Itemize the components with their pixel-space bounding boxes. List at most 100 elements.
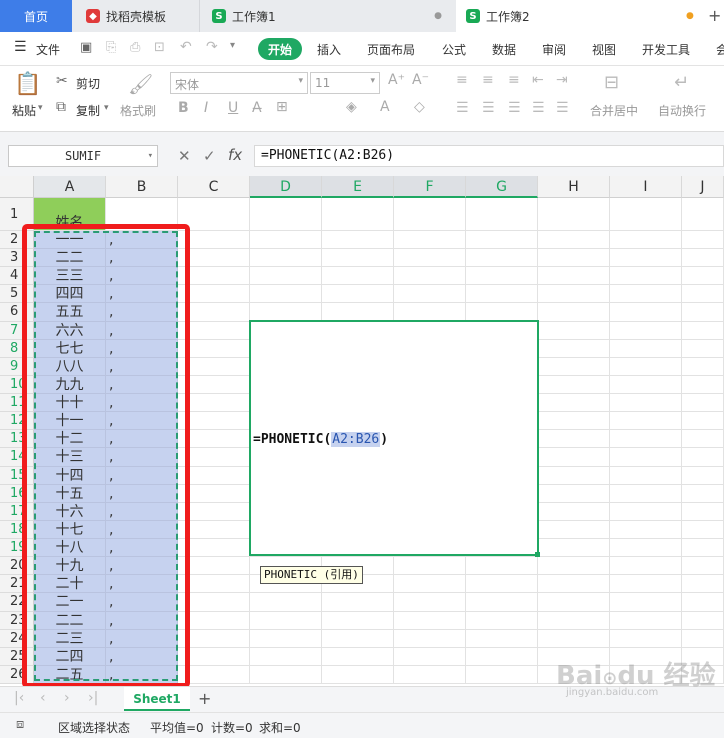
grid-cell[interactable] [178,412,250,431]
print-icon[interactable]: ⎙ [130,40,140,55]
indent-increase-icon[interactable]: ⇥ [556,72,568,88]
align-right-icon[interactable]: ☰ [508,100,521,116]
grid-cell[interactable] [178,231,250,250]
grid-cell[interactable] [178,285,250,304]
grid-cell[interactable] [610,231,682,250]
row-header-23[interactable]: 23 [0,611,34,630]
align-middle-icon[interactable]: ≡ [482,72,494,88]
status-toggle-icon[interactable]: ⧈ [16,717,24,732]
formula-input[interactable]: =PHONETIC(A2:B26) [254,145,724,167]
grid-cell[interactable] [250,285,322,304]
grid-cell[interactable] [610,249,682,268]
grid-cell[interactable] [682,249,724,268]
grid-cell[interactable] [466,249,538,268]
header-cell-b[interactable] [106,198,178,231]
grid-cell[interactable] [682,593,724,612]
name-cell[interactable]: 二二 [34,611,106,630]
separator-cell[interactable]: , [106,430,178,449]
grid-cell[interactable] [178,557,250,576]
tab-home[interactable]: 首页 [0,0,72,32]
grid-cell[interactable] [538,502,610,521]
grid-cell[interactable] [610,321,682,340]
grid-cell[interactable] [394,285,466,304]
row-header-25[interactable]: 25 [0,647,34,666]
row-header-22[interactable]: 22 [0,593,34,612]
next-sheet-icon[interactable]: › [64,690,70,706]
grid-cell[interactable] [394,249,466,268]
first-sheet-icon[interactable]: |‹ [14,690,24,706]
grid-cell[interactable] [322,198,394,231]
grid-cell[interactable] [178,539,250,558]
grid-cell[interactable] [682,484,724,503]
preview-icon[interactable]: ⊡ [154,40,165,55]
grid-cell[interactable] [682,575,724,594]
format-painter-icon[interactable]: 🖌 [128,72,153,96]
grid-cell[interactable] [538,339,610,358]
grid-cell[interactable] [394,198,466,231]
last-sheet-icon[interactable]: ›| [88,690,98,706]
grid-cell[interactable] [682,502,724,521]
menu-insert[interactable]: 插入 [317,41,341,58]
grid-cell[interactable] [322,303,394,322]
separator-cell[interactable]: , [106,267,178,286]
italic-icon[interactable]: I [204,100,208,116]
row-header-8[interactable]: 8 [0,339,34,358]
name-cell[interactable]: 六六 [34,321,106,340]
paste-dropdown-icon[interactable]: ▾ [38,103,43,113]
grid-cell[interactable] [466,647,538,666]
name-cell[interactable]: 九九 [34,375,106,395]
grid-cell[interactable] [682,303,724,322]
merge-cells-icon[interactable]: ⊟ [604,72,619,93]
grid-cell[interactable] [178,665,250,684]
grid-cell[interactable] [682,231,724,250]
column-header-d[interactable]: D [250,176,322,198]
grid-cell[interactable] [682,430,724,449]
name-cell[interactable]: 四四 [34,285,106,304]
grid-cell[interactable] [466,575,538,594]
column-header-f[interactable]: F [394,176,466,198]
select-all-corner[interactable] [0,176,34,198]
grid-cell[interactable] [682,198,724,231]
separator-cell[interactable]: , [106,448,178,467]
separator-cell[interactable]: , [106,466,178,485]
bold-icon[interactable]: B [178,100,189,116]
separator-cell[interactable]: , [106,539,178,558]
name-cell[interactable]: 五五 [34,303,106,322]
name-cell[interactable]: 七七 [34,339,106,358]
name-cell[interactable]: 十八 [34,539,106,558]
grid-cell[interactable] [682,375,724,395]
grid-cell[interactable] [538,321,610,340]
name-cell[interactable]: 十二 [34,430,106,449]
grid-cell[interactable] [466,629,538,648]
grid-cell[interactable] [178,430,250,449]
grid-cell[interactable] [538,412,610,431]
grid-cell[interactable] [538,267,610,286]
grid-cell[interactable] [466,303,538,322]
row-header-12[interactable]: 12 [0,412,34,431]
row-header-24[interactable]: 24 [0,629,34,648]
name-cell[interactable]: 二一 [34,593,106,612]
grid-cell[interactable] [610,539,682,558]
cell-formula-text[interactable]: =PHONETIC(A2:B26) [253,432,388,447]
grid-cell[interactable] [538,448,610,467]
grid-cell[interactable] [538,430,610,449]
name-cell[interactable]: 十十 [34,394,106,413]
underline-icon[interactable]: U [228,100,238,116]
row-header-13[interactable]: 13 [0,430,34,449]
copy-button[interactable]: 复制 [76,102,100,119]
name-cell[interactable]: 十四 [34,466,106,485]
copy-icon[interactable]: ⧉ [56,99,66,115]
menu-data[interactable]: 数据 [492,41,516,58]
grid-cell[interactable] [538,231,610,250]
indent-decrease-icon[interactable]: ⇤ [532,72,544,88]
name-cell[interactable]: 二十 [34,575,106,594]
grid-cell[interactable] [610,520,682,540]
align-center-icon[interactable]: ☰ [482,100,495,116]
grid-cell[interactable] [178,303,250,322]
row-header-20[interactable]: 20 [0,557,34,576]
grid-cell[interactable] [538,575,610,594]
separator-cell[interactable]: , [106,375,178,395]
grid-cell[interactable] [538,249,610,268]
fill-color-icon[interactable]: ◈ [346,99,357,115]
spreadsheet-grid[interactable]: ABCDEFGHIJ 1 2 3 4 5 6 7 8 9 10 11 12 13 14 15 16 17 18 19… [0,176,724,688]
